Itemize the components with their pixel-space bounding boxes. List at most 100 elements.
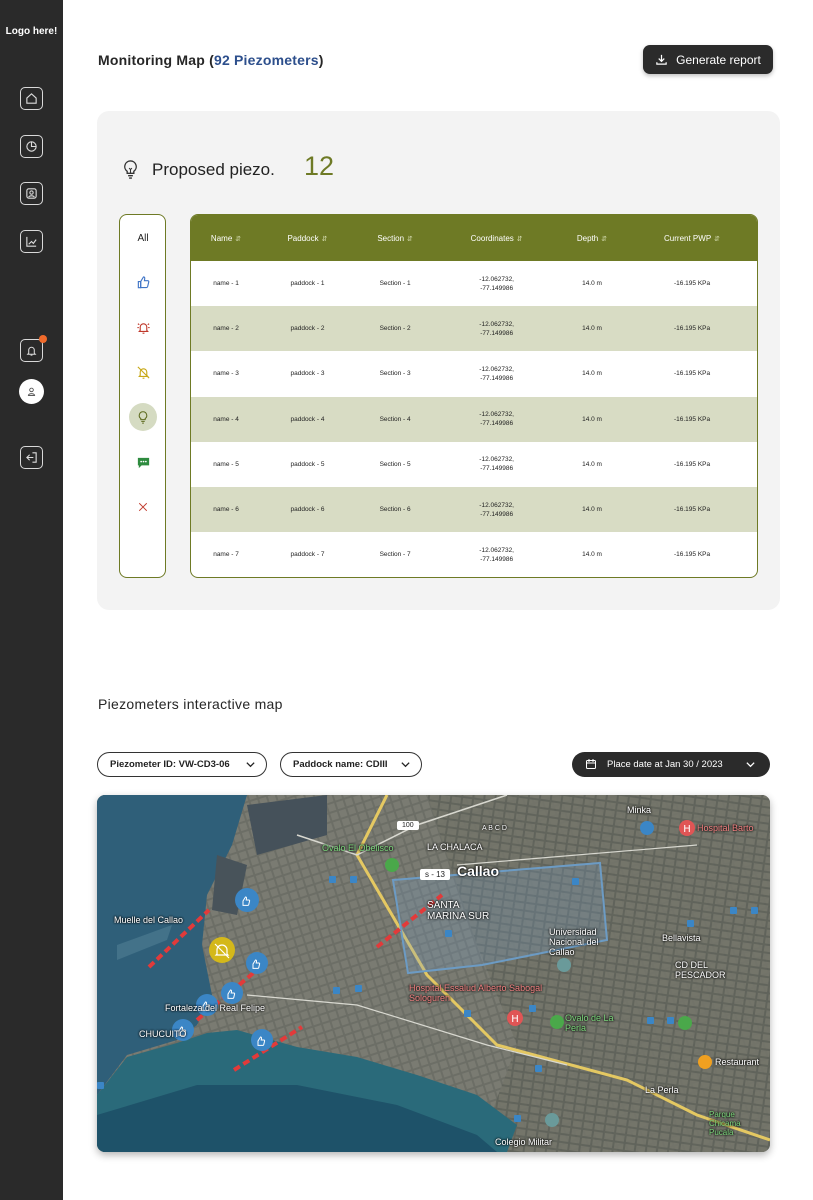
dashboard-nav-button[interactable]	[20, 135, 43, 158]
cell-name: name - 2	[213, 325, 239, 333]
coordinate-lat: -12.062732,	[479, 275, 514, 283]
cell-paddock: paddock - 1	[290, 280, 325, 288]
cell-paddock: paddock - 7	[290, 551, 325, 559]
column-header-depth[interactable]: Depth ⇵	[557, 215, 627, 261]
table-row[interactable]: name - 5 paddock - 5 Section - 5 -12.062732…	[191, 442, 757, 487]
map-label-hospital-essalud: Hospital Essalud Alberto Sabogal Sologur…	[409, 983, 543, 1003]
filter-alarm[interactable]	[129, 313, 157, 341]
users-nav-button[interactable]	[20, 182, 43, 205]
map-label-minka: Minka	[627, 805, 652, 815]
sidebar: Logo here!	[0, 0, 63, 1200]
table-row[interactable]: name - 3 paddock - 3 Section - 3 -12.062732…	[191, 351, 757, 396]
sort-icon: ⇵	[714, 235, 721, 243]
map-label-chucuito: CHUCUITO	[139, 1029, 187, 1039]
cell-current-pwp: -16.195 KPa	[673, 325, 711, 333]
piezometer-table: Name ⇵ Paddock ⇵ Section ⇵ Coordinates ⇵ Dep…	[190, 214, 758, 578]
map-pin-hospital: H	[507, 1010, 523, 1026]
chevron-down-icon	[246, 762, 255, 768]
coordinate-lon: -77.149986	[480, 510, 514, 518]
notifications-button[interactable]	[20, 335, 47, 362]
cell-section: Section - 5	[379, 460, 411, 468]
cell-coordinates: -12.062732, -77.149986	[436, 532, 557, 577]
date-picker-value: Place date at Jan 30 / 2023	[607, 759, 723, 770]
map-label-muelle: Muelle del Callao	[114, 915, 184, 925]
svg-text:H: H	[511, 1014, 519, 1025]
map-label-restaurant: Restaurant	[715, 1057, 760, 1067]
coordinate-lat: -12.062732,	[479, 320, 514, 328]
page-title-end: )	[318, 52, 324, 68]
map-label-hospital-barton: Hospital Barto	[697, 823, 754, 833]
line-chart-icon	[26, 236, 37, 247]
table-row[interactable]: name - 2 paddock - 2 Section - 2 -12.062732…	[191, 306, 757, 352]
cell-coordinates: -12.062732, -77.149986	[436, 351, 557, 396]
map-pin-park	[385, 858, 399, 872]
filter-comments[interactable]	[129, 448, 157, 476]
column-header-section[interactable]: Section ⇵	[354, 215, 436, 261]
filter-all[interactable]: All	[129, 224, 157, 252]
map-label-cd-pescador: CD DEL PESCADOR	[675, 960, 726, 980]
table-row[interactable]: name - 7 paddock - 7 Section - 7 -12.062732…	[191, 532, 757, 577]
map-label-fortaleza: Fortaleza del Real Felipe	[165, 1003, 266, 1013]
cell-depth: 14.0 m	[582, 370, 602, 378]
map-label-la-chalaca: LA CHALACA	[427, 842, 483, 852]
map-section-title: Piezometers interactive map	[98, 696, 283, 712]
cell-paddock: paddock - 2	[290, 325, 325, 333]
table-row[interactable]: name - 1 paddock - 1 Section - 1 -12.062732…	[191, 261, 757, 306]
column-header-paddock[interactable]: Paddock ⇵	[261, 215, 354, 261]
cell-name: name - 5	[213, 460, 239, 468]
coordinate-lon: -77.149986	[480, 284, 514, 292]
map-pin-restaurant	[698, 1055, 712, 1069]
cell-paddock: paddock - 4	[290, 415, 325, 423]
map-marker-ok	[251, 1029, 273, 1051]
map-pin-school	[557, 958, 571, 972]
filter-ok[interactable]	[129, 268, 157, 296]
cell-coordinates: -12.062732, -77.149986	[436, 487, 557, 532]
cell-depth: 14.0 m	[582, 280, 602, 288]
chevron-down-icon	[746, 762, 755, 768]
cell-depth: 14.0 m	[582, 460, 602, 468]
sort-icon: ⇵	[321, 235, 328, 243]
interactive-map[interactable]: H H Callao LA CHALACA SANTA MARINA SUR O…	[97, 795, 770, 1152]
table-row[interactable]: name - 4 paddock - 4 Section - 4 -12.062732…	[191, 396, 757, 442]
table-row[interactable]: name - 6 paddock - 6 Section - 6 -12.062732…	[191, 486, 757, 533]
piezometer-id-dropdown[interactable]: Piezometer ID: VW-CD3-06	[97, 752, 267, 777]
calendar-icon	[586, 759, 596, 769]
cell-current-pwp: -16.195 KPa	[673, 506, 711, 514]
chevron-down-icon	[401, 762, 410, 768]
generate-report-label: Generate report	[676, 52, 761, 67]
pie-chart-icon	[26, 141, 37, 152]
map-label-colegio: Colegio Militar	[495, 1137, 553, 1147]
user-icon	[27, 387, 36, 396]
filter-muted[interactable]	[129, 358, 157, 386]
cell-section: Section - 1	[379, 280, 411, 288]
coordinate-lat: -12.062732,	[479, 456, 514, 464]
avatar[interactable]	[19, 379, 44, 404]
user-card-icon	[26, 188, 37, 199]
map-label-ovalo-perla: Ovalo de La Perla	[565, 1013, 614, 1033]
status-filter-column: All	[119, 214, 166, 578]
bell-icon	[26, 346, 37, 356]
lightbulb-icon	[138, 411, 148, 424]
cell-section: Section - 6	[379, 506, 411, 514]
column-header-coordinates[interactable]: Coordinates ⇵	[436, 215, 557, 261]
date-picker-button[interactable]: Place date at Jan 30 / 2023	[572, 752, 770, 777]
cell-section: Section - 2	[379, 325, 411, 333]
download-icon	[656, 54, 667, 65]
cell-name: name - 6	[213, 506, 239, 514]
coordinate-lon: -77.149986	[480, 555, 514, 563]
column-header-name[interactable]: Name ⇵	[191, 215, 261, 261]
sort-icon: ⇵	[407, 235, 413, 243]
cell-current-pwp: -16.195 KPa	[673, 415, 711, 423]
analytics-nav-button[interactable]	[20, 230, 43, 253]
map-label-bellavista: Bellavista	[662, 933, 701, 943]
paddock-name-dropdown[interactable]: Paddock name: CDIII	[280, 752, 422, 777]
map-pin-shop	[640, 821, 654, 835]
generate-report-button[interactable]: Generate report	[643, 45, 773, 74]
filter-removed[interactable]	[129, 493, 157, 521]
section-tag[interactable]: s - 13	[420, 869, 451, 880]
filter-proposed[interactable]	[129, 403, 157, 431]
home-nav-button[interactable]	[20, 87, 43, 110]
logout-button[interactable]	[20, 446, 43, 469]
lightbulb-icon	[121, 159, 140, 185]
column-header-current-pwp[interactable]: Current PWP ⇵	[627, 215, 757, 261]
